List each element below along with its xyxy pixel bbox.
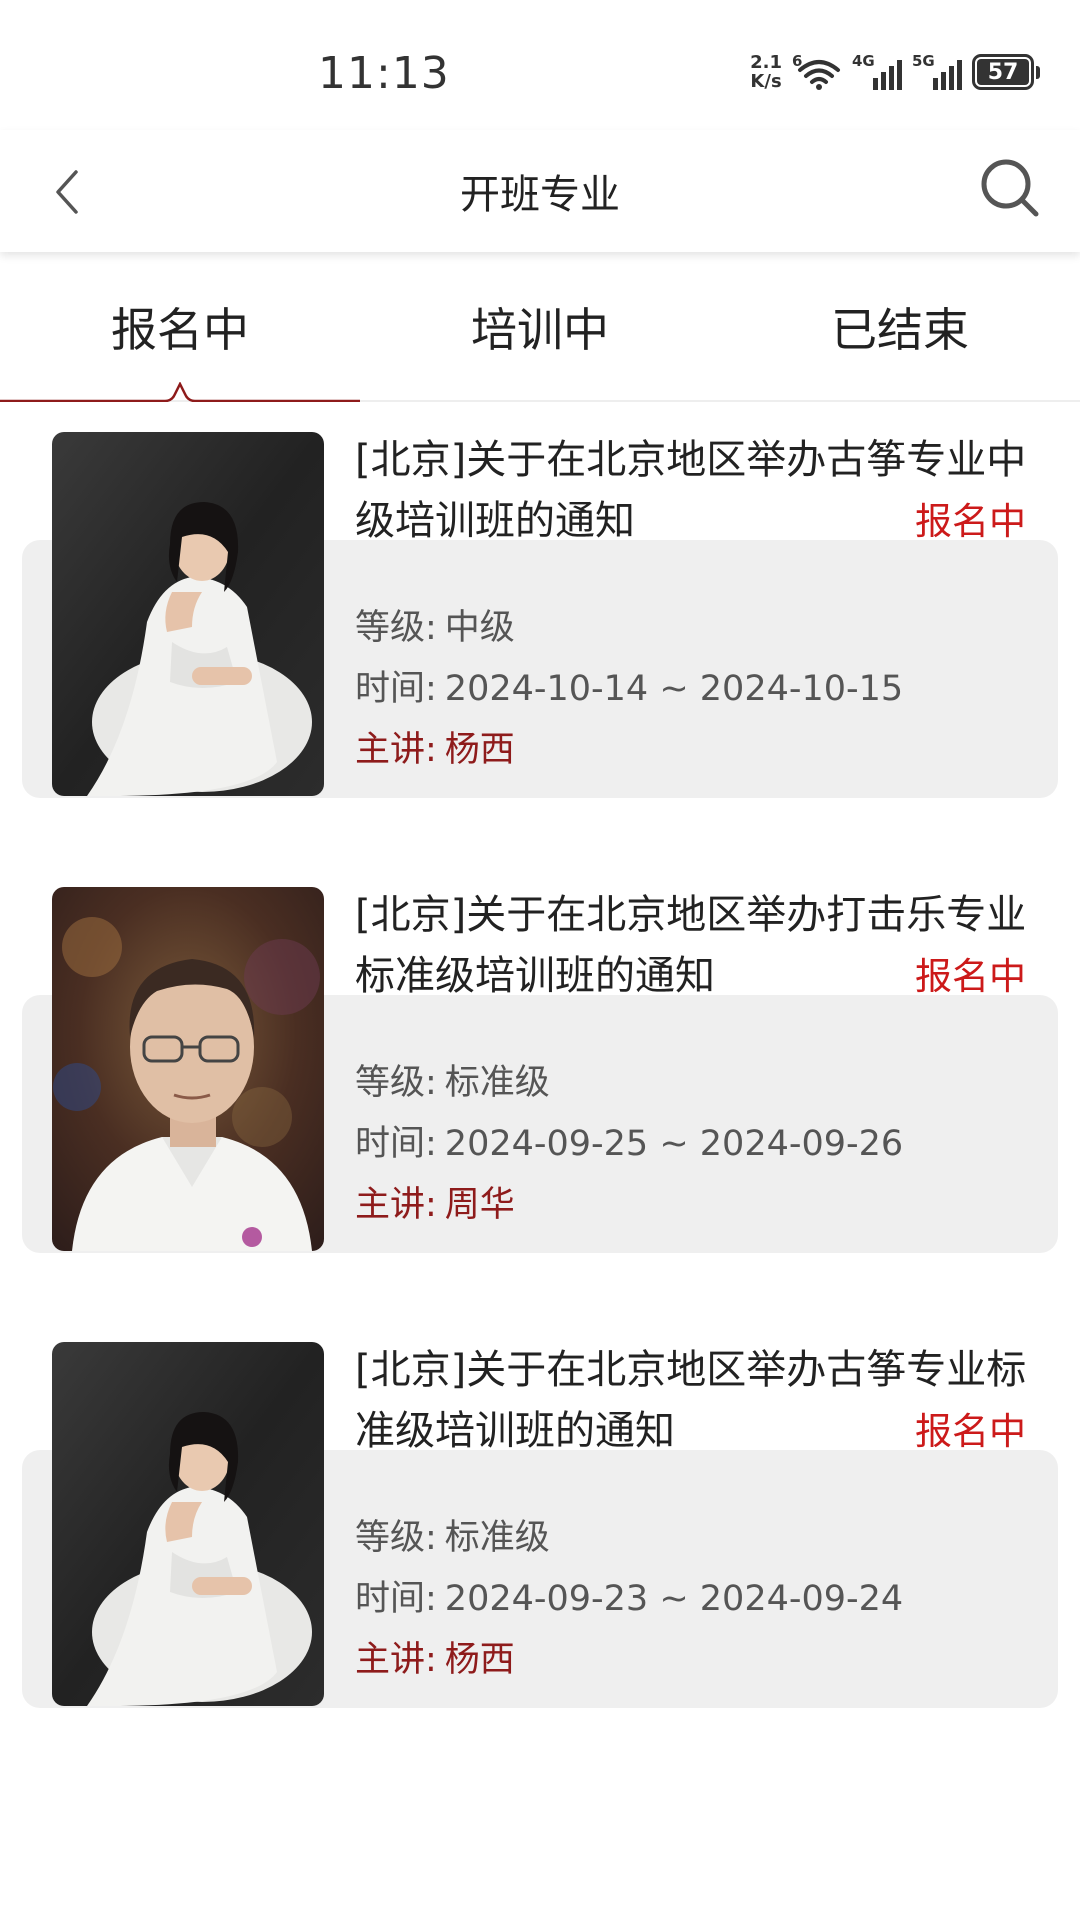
lecturer-photo <box>52 432 324 796</box>
tab-label: 报名中 <box>111 303 249 357</box>
network-speed: 2.1 K/s <box>750 53 782 91</box>
status-bar: 11:13 2.1 K/s 6 4G 5G 57 <box>0 0 1080 130</box>
lecturer-photo <box>52 887 324 1251</box>
status-badge: 报名中 <box>915 955 1026 998</box>
course-level: 等级: 中级 <box>355 606 515 650</box>
cell-signal-icon-2: 5G <box>912 52 962 92</box>
tab-ended[interactable]: 已结束 <box>720 252 1080 402</box>
level-label: 等级: <box>355 1518 437 1558</box>
course-lecturer: 主讲: 周华 <box>355 1183 515 1227</box>
tab-label: 培训中 <box>471 303 609 357</box>
wifi-icon: 6 <box>792 52 842 92</box>
level-value: 中级 <box>444 608 515 648</box>
app-header: 开班专业 <box>0 130 1080 252</box>
status-badge: 报名中 <box>915 1410 1026 1453</box>
lecturer-label: 主讲: <box>355 1185 437 1225</box>
time-value: 2024-09-25 ~ 2024-09-26 <box>444 1124 904 1164</box>
level-label: 等级: <box>355 608 437 648</box>
lecturer-label: 主讲: <box>355 1640 437 1680</box>
course-time: 时间: 2024-10-14 ~ 2024-10-15 <box>355 667 903 711</box>
page-title: 开班专业 <box>460 172 620 218</box>
search-button[interactable] <box>978 156 1044 222</box>
course-time: 时间: 2024-09-25 ~ 2024-09-26 <box>355 1122 903 1166</box>
lecturer-value: 杨西 <box>444 1640 515 1680</box>
level-label: 等级: <box>355 1063 437 1103</box>
lecturer-value: 杨西 <box>444 730 515 770</box>
tab-training[interactable]: 培训中 <box>360 252 720 402</box>
cell-signal-icon-1: 4G <box>852 52 902 92</box>
active-tab-indicator <box>0 382 360 402</box>
status-badge: 报名中 <box>915 500 1026 543</box>
time-value: 2024-10-14 ~ 2024-10-15 <box>444 669 904 709</box>
course-lecturer: 主讲: 杨西 <box>355 1638 515 1682</box>
time-label: 时间: <box>355 1579 437 1619</box>
status-icons: 2.1 K/s 6 4G 5G 57 <box>750 50 1040 94</box>
lecturer-photo <box>52 1342 324 1706</box>
lecturer-label: 主讲: <box>355 730 437 770</box>
course-level: 等级: 标准级 <box>355 1061 550 1105</box>
course-level: 等级: 标准级 <box>355 1516 550 1560</box>
status-tabs: 报名中 培训中 已结束 <box>0 252 1080 402</box>
course-time: 时间: 2024-09-23 ~ 2024-09-24 <box>355 1577 903 1621</box>
time-value: 2024-09-23 ~ 2024-09-24 <box>444 1579 904 1619</box>
sim1-label: 4G <box>852 52 875 70</box>
battery-icon: 57 <box>972 54 1040 90</box>
time-label: 时间: <box>355 1124 437 1164</box>
course-card[interactable]: [北京]关于在北京地区举办古筝专业标准级培训班的通知 报名中 等级: 标准级 时间… <box>0 1312 1080 1732</box>
course-card[interactable]: [北京]关于在北京地区举办打击乐专业标准级培训班的通知 报名中 等级: 标准级 时… <box>0 857 1080 1277</box>
lecturer-value: 周华 <box>444 1185 515 1225</box>
level-value: 标准级 <box>444 1518 550 1558</box>
time-label: 时间: <box>355 669 437 709</box>
sim2-label: 5G <box>912 52 935 70</box>
status-time: 11:13 <box>318 48 450 99</box>
level-value: 标准级 <box>444 1063 550 1103</box>
course-lecturer: 主讲: 杨西 <box>355 728 515 772</box>
tab-enrolling[interactable]: 报名中 <box>0 252 360 402</box>
search-icon <box>981 159 1039 217</box>
course-card[interactable]: [北京]关于在北京地区举办古筝专业中级培训班的通知 报名中 等级: 中级 时间: 2… <box>0 402 1080 822</box>
tab-label: 已结束 <box>831 303 969 357</box>
network-speed-value: 2.1 <box>750 52 782 73</box>
battery-level: 57 <box>977 59 1029 85</box>
network-speed-unit: K/s <box>750 71 782 92</box>
